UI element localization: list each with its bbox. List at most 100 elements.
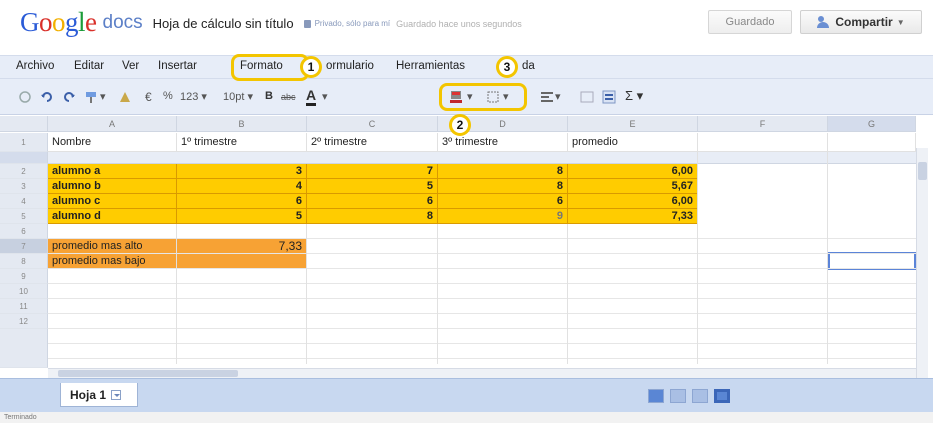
cell-b7[interactable]: 7,33 [177, 239, 307, 254]
scrollbar-thumb[interactable] [58, 370, 238, 377]
paint-format-icon[interactable] [84, 90, 98, 104]
column-header-a[interactable]: A [48, 116, 177, 132]
undo-icon[interactable] [40, 90, 54, 104]
cell-c3[interactable]: 5 [307, 179, 438, 194]
cell-e4[interactable]: 6,00 [568, 194, 698, 209]
currency-format[interactable]: € [145, 90, 152, 104]
chevron-down-icon[interactable]: ▾ [555, 90, 561, 103]
row-header[interactable]: 5 [0, 209, 48, 224]
sheet-tab[interactable]: Hoja 1 [60, 383, 138, 407]
text-color-button[interactable]: A [306, 87, 317, 106]
chevron-down-icon: ▼ [896, 17, 905, 27]
row-header[interactable]: 1 [0, 133, 48, 152]
font-size-dropdown[interactable]: 10pt ▾ [223, 90, 253, 103]
cell-a4[interactable]: alumno c [48, 194, 177, 209]
cell-c5[interactable]: 8 [307, 209, 438, 224]
clear-format-icon[interactable] [118, 90, 132, 104]
cell-c2[interactable]: 7 [307, 164, 438, 179]
vertical-scrollbar[interactable] [916, 148, 928, 378]
horizontal-scrollbar[interactable] [48, 368, 916, 378]
row-header[interactable]: 3 [0, 179, 48, 194]
cell-b3[interactable]: 4 [177, 179, 307, 194]
grid-corner[interactable] [0, 116, 48, 132]
selected-cell-g7[interactable] [828, 252, 916, 270]
redo-icon[interactable] [62, 90, 76, 104]
spreadsheet-grid: A B C D E F G 1 2 3 4 5 6 7 8 9 10 11 12… [0, 116, 933, 378]
menu-editar[interactable]: Editar [74, 60, 104, 72]
menu-ayuda[interactable]: da [522, 60, 535, 72]
cell-b2[interactable]: 3 [177, 164, 307, 179]
chevron-down-icon[interactable]: ▾ [100, 90, 106, 103]
sheet-tab-bar: Hoja 1 [0, 378, 933, 412]
prev-sheet-button[interactable] [670, 389, 686, 403]
gridline [697, 133, 698, 364]
cell-d2[interactable]: 8 [438, 164, 568, 179]
wrap-text-icon[interactable] [602, 90, 616, 104]
menu-insertar[interactable]: Insertar [158, 60, 197, 72]
menu-bar: Archivo Editar Ver Insertar Formato ormu… [0, 55, 933, 79]
column-header-c[interactable]: C [307, 116, 438, 132]
row-header[interactable]: 6 [0, 224, 48, 239]
frozen-row-divider[interactable] [48, 152, 916, 164]
cell-c1[interactable]: 2º trimestre [307, 133, 438, 152]
menu-ver[interactable]: Ver [122, 60, 139, 72]
menu-archivo[interactable]: Archivo [16, 60, 54, 72]
save-status: Guardado hace unos segundos [396, 18, 522, 29]
cell-d5[interactable]: 9 [438, 209, 568, 224]
cell-e3[interactable]: 5,67 [568, 179, 698, 194]
cell-a7[interactable]: promedio mas alto [48, 239, 177, 254]
cell-a8[interactable]: promedio mas bajo [48, 254, 177, 269]
frozen-divider[interactable] [0, 152, 48, 164]
cell-b8[interactable] [177, 254, 307, 269]
cell-d4[interactable]: 6 [438, 194, 568, 209]
cell-f1[interactable] [698, 133, 828, 152]
scrollbar-thumb[interactable] [918, 162, 927, 180]
saved-button[interactable]: Guardado [708, 10, 792, 34]
row-header[interactable]: 9 [0, 269, 48, 284]
cell-a2[interactable]: alumno a [48, 164, 177, 179]
column-header-b[interactable]: B [177, 116, 307, 132]
next-sheet-button[interactable] [692, 389, 708, 403]
column-header-e[interactable]: E [568, 116, 698, 132]
share-button[interactable]: Compartir ▼ [800, 10, 922, 34]
cell-a5[interactable]: alumno d [48, 209, 177, 224]
document-title[interactable]: Hoja de cálculo sin título [153, 16, 294, 31]
chevron-down-icon[interactable]: ▾ [322, 90, 328, 103]
cell-d3[interactable]: 8 [438, 179, 568, 194]
number-format-dropdown[interactable]: 123 ▾ [180, 90, 207, 103]
merge-cells-icon[interactable] [580, 90, 594, 104]
tab-menu-icon[interactable] [111, 389, 122, 400]
gridline [567, 224, 568, 364]
row-header[interactable]: 12 [0, 314, 48, 329]
strikethrough-button[interactable]: abc [281, 92, 296, 102]
sum-function-button[interactable]: Σ ▾ [625, 88, 643, 104]
align-icon[interactable] [540, 90, 554, 104]
cell-a1[interactable]: Nombre [48, 133, 177, 152]
cell-e2[interactable]: 6,00 [568, 164, 698, 179]
google-logo[interactable]: Google [20, 7, 97, 38]
cell-c4[interactable]: 6 [307, 194, 438, 209]
row-header[interactable]: 10 [0, 284, 48, 299]
column-header-f[interactable]: F [698, 116, 828, 132]
menu-formulario[interactable]: ormulario [326, 60, 374, 72]
cell-b4[interactable]: 6 [177, 194, 307, 209]
cell-b5[interactable]: 5 [177, 209, 307, 224]
cell-e5[interactable]: 7,33 [568, 209, 698, 224]
cell-b1[interactable]: 1º trimestre [177, 133, 307, 152]
row-header[interactable]: 8 [0, 254, 48, 269]
share-button-label: Compartir [835, 15, 893, 29]
sheet-list-button[interactable] [714, 389, 730, 403]
bold-button[interactable]: B [265, 90, 273, 102]
row-header[interactable]: 2 [0, 164, 48, 179]
row-header[interactable]: 7 [0, 239, 48, 254]
cell-g1[interactable] [828, 133, 916, 152]
print-icon[interactable] [18, 90, 32, 104]
menu-herramientas[interactable]: Herramientas [396, 60, 465, 72]
percent-format[interactable]: % [163, 90, 173, 102]
cell-e1[interactable]: promedio [568, 133, 698, 152]
column-header-g[interactable]: G [828, 116, 916, 132]
cell-a3[interactable]: alumno b [48, 179, 177, 194]
row-header[interactable]: 11 [0, 299, 48, 314]
add-sheet-button[interactable] [648, 389, 664, 403]
row-header[interactable]: 4 [0, 194, 48, 209]
